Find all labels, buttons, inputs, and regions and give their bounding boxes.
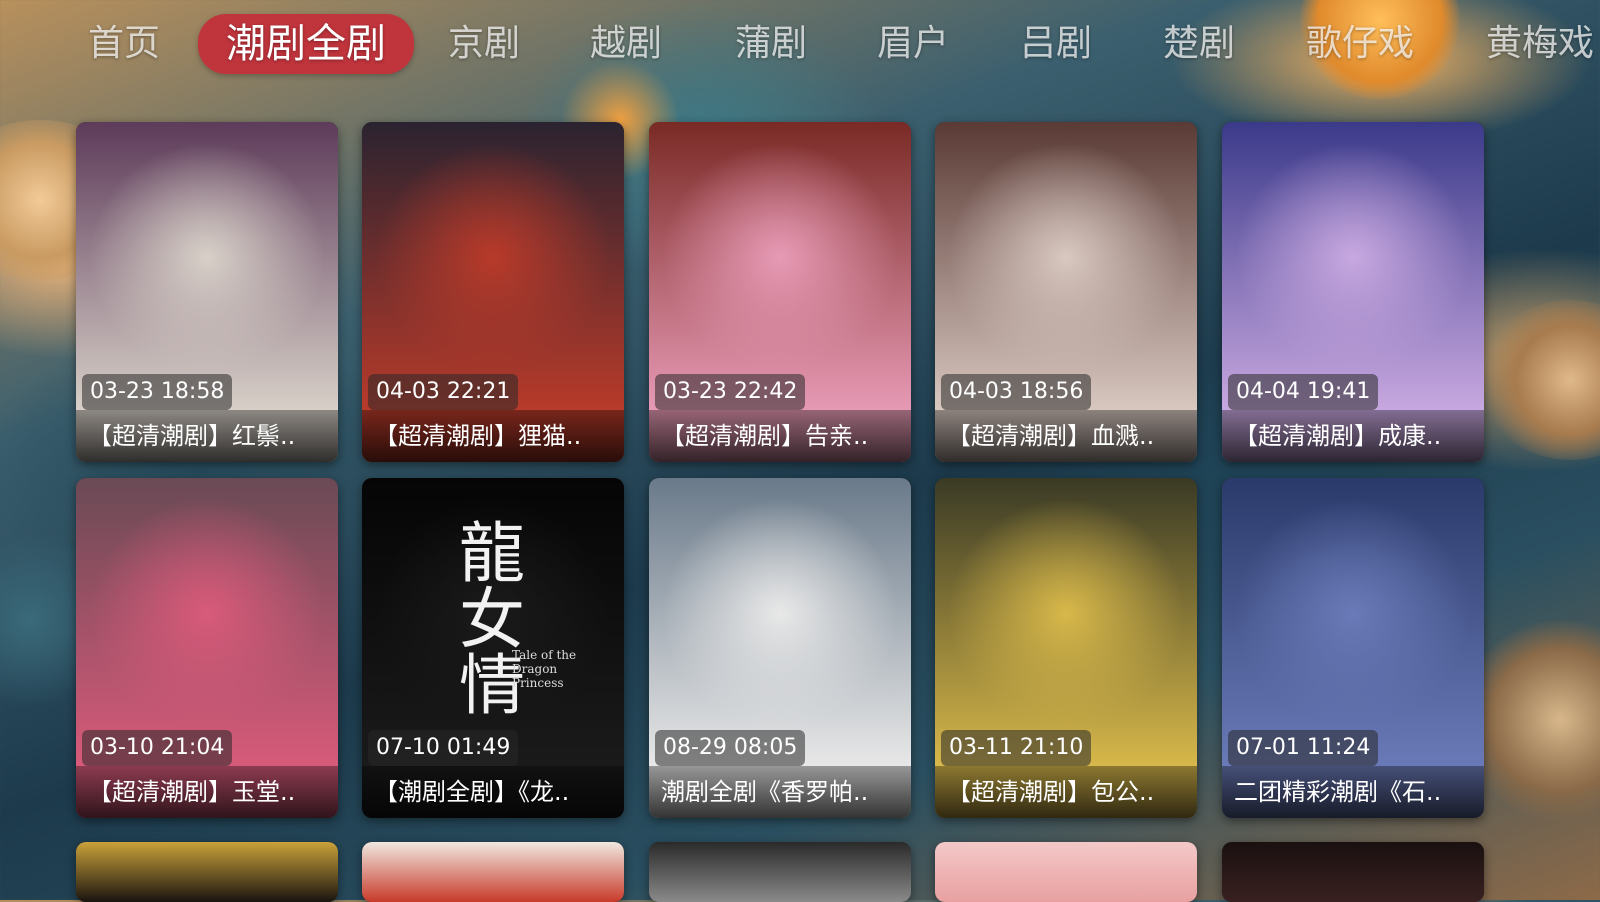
video-thumbnail [76, 842, 338, 902]
video-timestamp: 07-10 01:49 [368, 730, 519, 766]
video-title: 【超清潮剧】告亲.. [649, 410, 911, 462]
tab-gezaixi[interactable]: 歌仔戏 [1306, 18, 1414, 70]
video-card[interactable]: 04-03 18:56 【超清潮剧】血溅.. [935, 122, 1197, 462]
video-thumbnail [649, 842, 911, 902]
video-thumbnail [935, 842, 1197, 902]
video-card-partial[interactable] [362, 842, 624, 902]
video-card-partial[interactable] [76, 842, 338, 902]
video-card-partial[interactable] [649, 842, 911, 902]
video-card-partial[interactable] [1222, 842, 1484, 902]
video-card[interactable]: 03-23 22:42 【超清潮剧】告亲.. [649, 122, 911, 462]
background-cloud [1480, 300, 1600, 460]
video-timestamp: 04-03 22:21 [368, 374, 519, 410]
tab-home[interactable]: 首页 [88, 18, 160, 70]
dragon-title-english: Tale of the Dragon Princess [512, 648, 577, 690]
video-title: 【超清潮剧】包公.. [935, 766, 1197, 818]
tab-chaoju-full[interactable]: 潮剧全剧 [198, 14, 414, 74]
tab-huangmeixi[interactable]: 黄梅戏 [1486, 18, 1594, 70]
video-timestamp: 03-23 22:42 [655, 374, 806, 410]
tab-lvju[interactable]: 吕剧 [1020, 18, 1092, 70]
video-timestamp: 03-23 18:58 [82, 374, 233, 410]
video-card[interactable]: 04-03 22:21 【超清潮剧】狸猫.. [362, 122, 624, 462]
video-card[interactable]: 03-10 21:04 【超清潮剧】玉堂.. [76, 478, 338, 818]
tab-puju[interactable]: 蒲剧 [735, 18, 807, 70]
video-timestamp: 07-01 11:24 [1228, 730, 1379, 766]
video-thumbnail [362, 842, 624, 902]
video-timestamp: 04-03 18:56 [941, 374, 1092, 410]
video-title: 【超清潮剧】狸猫.. [362, 410, 624, 462]
video-timestamp: 03-11 21:10 [941, 730, 1092, 766]
video-title: 【潮剧全剧】《龙.. [362, 766, 624, 818]
video-card[interactable]: 07-01 11:24 二团精彩潮剧《石.. [1222, 478, 1484, 818]
video-title: 潮剧全剧《香罗帕.. [649, 766, 911, 818]
video-card[interactable]: 08-29 08:05 潮剧全剧《香罗帕.. [649, 478, 911, 818]
video-thumbnail [1222, 842, 1484, 902]
video-card[interactable]: 04-04 19:41 【超清潮剧】成康.. [1222, 122, 1484, 462]
video-card[interactable]: 03-11 21:10 【超清潮剧】包公.. [935, 478, 1197, 818]
video-card[interactable]: 03-23 18:58 【超清潮剧】红鬃.. [76, 122, 338, 462]
tab-chuju[interactable]: 楚剧 [1163, 18, 1235, 70]
category-tabs: 首页 潮剧全剧 京剧 越剧 蒲剧 眉户 吕剧 楚剧 歌仔戏 黄梅戏 [0, 0, 1600, 90]
video-card[interactable]: 龍女情 Tale of the Dragon Princess 07-10 01… [362, 478, 624, 818]
tab-yueju[interactable]: 越剧 [590, 18, 662, 70]
tab-meihu[interactable]: 眉户 [877, 18, 949, 70]
video-card-partial[interactable] [935, 842, 1197, 902]
video-timestamp: 08-29 08:05 [655, 730, 806, 766]
tab-jingju[interactable]: 京剧 [448, 18, 520, 70]
video-title: 【超清潮剧】玉堂.. [76, 766, 338, 818]
video-timestamp: 04-04 19:41 [1228, 374, 1379, 410]
video-timestamp: 03-10 21:04 [82, 730, 233, 766]
video-title: 二团精彩潮剧《石.. [1222, 766, 1484, 818]
video-title: 【超清潮剧】红鬃.. [76, 410, 338, 462]
video-title: 【超清潮剧】血溅.. [935, 410, 1197, 462]
video-title: 【超清潮剧】成康.. [1222, 410, 1484, 462]
